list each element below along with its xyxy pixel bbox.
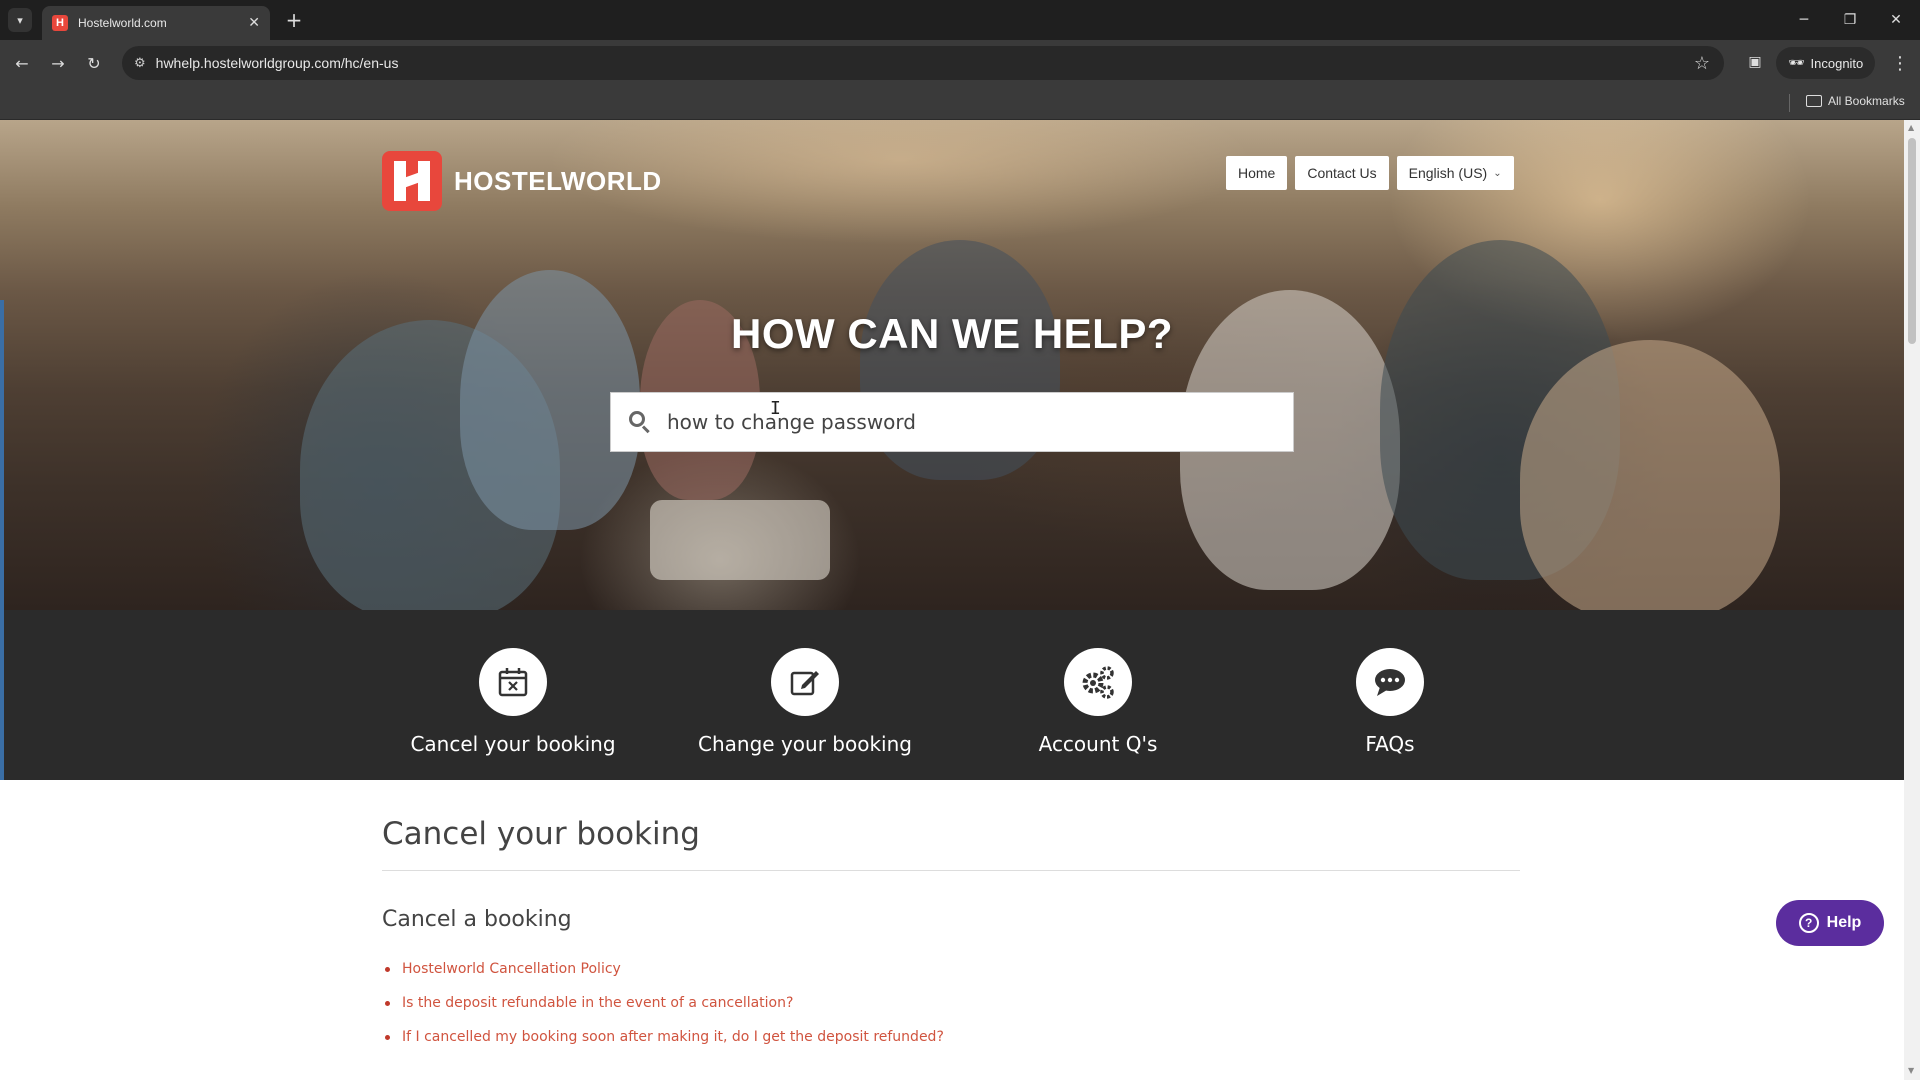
hostelworld-logo-icon [382,151,442,211]
incognito-indicator[interactable]: 🕶 Incognito [1776,47,1876,79]
content-area: Cancel your booking Cancel a booking Hos… [382,780,1520,1054]
forward-arrow-icon[interactable]: → [46,51,70,75]
tab-title: Hostelworld.com [78,16,167,30]
bullet-icon [385,966,390,972]
category-label: FAQs [1365,732,1415,756]
category-icon-circle [479,648,547,716]
article-list: Hostelworld Cancellation Policy Is the d… [382,952,1520,1054]
search-input[interactable] [667,410,1267,434]
gears-icon [1082,666,1114,699]
url-text[interactable]: hwhelp.hostelworldgroup.com/hc/en-us [156,55,1694,71]
side-panel-icon[interactable]: ▣ [1744,51,1766,73]
page-scrollbar[interactable]: ▲ ▼ [1904,120,1920,1080]
hero-banner: HOSTELWORLD Home Contact Us English (US)… [0,120,1904,610]
category-change-booking[interactable]: Change your booking [675,648,935,756]
incognito-label: Incognito [1810,55,1864,71]
bookmarks-bar: All Bookmarks [0,86,1920,120]
search-box[interactable] [610,392,1294,452]
hostelworld-logo[interactable]: HOSTELWORLD [382,151,662,211]
edit-icon [790,671,819,696]
browser-toolbar: ← → ↻ ⚙ hwhelp.hostelworldgroup.com/hc/e… [0,40,1920,86]
all-bookmarks-label: All Bookmarks [1828,94,1905,108]
category-icon-circle [1064,648,1132,716]
category-cancel-booking[interactable]: Cancel your booking [383,648,643,756]
article-link[interactable]: Is the deposit refundable in the event o… [402,995,793,1011]
article-link[interactable]: If I cancelled my booking soon after mak… [402,1029,944,1045]
reload-icon[interactable]: ↻ [82,51,106,75]
bookmark-star-icon[interactable]: ☆ [1694,53,1710,74]
incognito-icon: 🕶 [1788,55,1805,70]
close-window-icon[interactable]: ✕ [1884,8,1908,32]
list-item: If I cancelled my booking soon after mak… [382,1020,1520,1054]
home-button[interactable]: Home [1226,156,1288,190]
chevron-down-icon: ⌄ [1493,167,1502,179]
language-label: English (US) [1408,165,1488,181]
back-arrow-icon[interactable]: ← [10,51,34,75]
category-account[interactable]: Account Q's [968,648,1228,756]
category-label: Cancel your booking [410,732,616,756]
minimize-icon[interactable]: ─ [1792,8,1816,32]
question-mark-icon: ? [1798,913,1819,933]
page-title: HOW CAN WE HELP? [731,310,1173,357]
hero-nav: Home Contact Us English (US) ⌄ [1226,156,1514,190]
all-bookmarks-button[interactable]: All Bookmarks [1806,94,1905,108]
scroll-up-arrow-icon[interactable]: ▲ [1908,123,1914,132]
contact-us-button[interactable]: Contact Us [1295,156,1389,190]
scrollbar-thumb[interactable] [1908,138,1916,344]
subsection-title: Cancel a booking [382,907,572,932]
tab-close-icon[interactable]: ✕ [248,15,260,31]
hero-table-shape [650,500,830,580]
text-cursor-icon: I [770,398,781,419]
category-icon-circle [771,648,839,716]
browser-tabstrip: ▾ H Hostelworld.com ✕ + ─ ❐ ✕ [0,0,1920,40]
logo-wordmark: HOSTELWORLD [454,165,662,196]
section-title: Cancel your booking [382,816,1520,871]
scroll-down-arrow-icon[interactable]: ▼ [1908,1066,1914,1075]
address-bar[interactable]: ⚙ hwhelp.hostelworldgroup.com/hc/en-us ☆ [122,46,1724,80]
new-tab-plus-icon[interactable]: + [282,8,306,32]
list-item: Hostelworld Cancellation Policy [382,952,1520,986]
category-icon-circle [1356,648,1424,716]
hero-person-shape [1520,340,1780,610]
calendar-x-icon [498,668,528,697]
help-widget-button[interactable]: ? Help [1776,900,1884,946]
category-label: Account Q's [1038,732,1158,756]
site-info-icon[interactable]: ⚙ [134,56,146,71]
bookmarks-separator [1789,94,1790,112]
article-link[interactable]: Hostelworld Cancellation Policy [402,961,621,977]
page-viewport: HOSTELWORLD Home Contact Us English (US)… [0,120,1904,1080]
tab-search-chevron-icon[interactable]: ▾ [8,8,32,32]
folder-icon [1806,95,1822,107]
bullet-icon [385,1034,390,1040]
category-label: Change your booking [698,732,912,756]
category-band: Cancel your booking Change your booking [0,610,1904,780]
help-label: Help [1826,914,1862,931]
language-select[interactable]: English (US) ⌄ [1396,156,1514,190]
browser-tab[interactable]: H Hostelworld.com ✕ [42,6,270,40]
category-faqs[interactable]: FAQs [1260,648,1520,756]
chat-bubble-icon [1375,669,1405,696]
kebab-menu-icon[interactable]: ⋮ [1888,51,1912,75]
search-icon [629,411,651,434]
hostelworld-favicon-icon: H [52,15,68,31]
list-item: Is the deposit refundable in the event o… [382,986,1520,1020]
bullet-icon [385,1000,390,1006]
restore-icon[interactable]: ❐ [1838,8,1862,32]
left-focus-accent [0,300,4,780]
